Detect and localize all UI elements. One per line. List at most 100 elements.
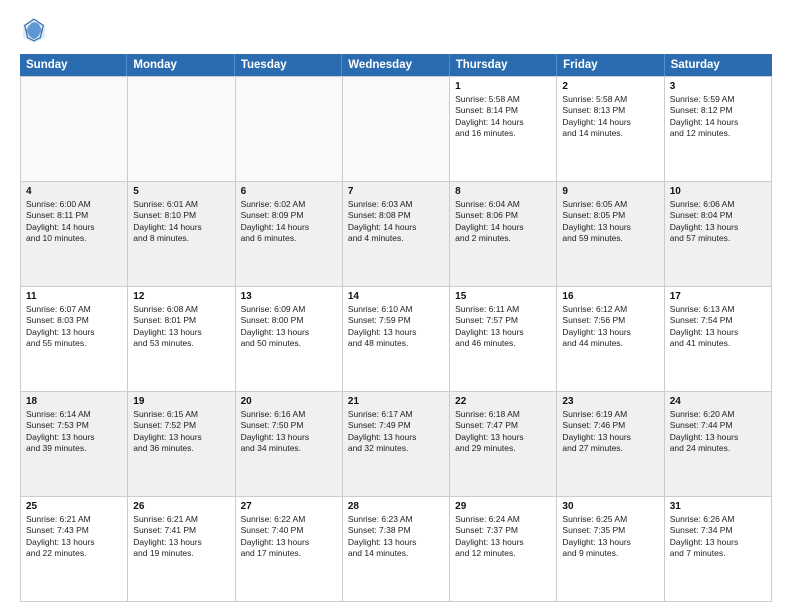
cell-info: Sunrise: 6:23 AM Sunset: 7:38 PM Dayligh… bbox=[348, 514, 444, 560]
cell-info: Sunrise: 6:11 AM Sunset: 7:57 PM Dayligh… bbox=[455, 304, 551, 350]
day-number: 4 bbox=[26, 186, 122, 197]
cell-info: Sunrise: 6:26 AM Sunset: 7:34 PM Dayligh… bbox=[670, 514, 766, 560]
cell-info: Sunrise: 6:01 AM Sunset: 8:10 PM Dayligh… bbox=[133, 199, 229, 245]
cell-info: Sunrise: 6:25 AM Sunset: 7:35 PM Dayligh… bbox=[562, 514, 658, 560]
calendar-row: 18Sunrise: 6:14 AM Sunset: 7:53 PM Dayli… bbox=[21, 392, 772, 497]
calendar-cell: 4 Sunrise: 6:00 AM Sunset: 8:11 PM Daylig… bbox=[21, 182, 128, 287]
cell-info: Sunrise: 6:05 AM Sunset: 8:05 PM Dayligh… bbox=[562, 199, 658, 245]
day-number: 19 bbox=[133, 396, 229, 407]
calendar-cell: 3 Sunrise: 5:59 AM Sunset: 8:12 PM Daylig… bbox=[665, 77, 772, 182]
cell-info: Sunrise: 6:06 AM Sunset: 8:04 PM Dayligh… bbox=[670, 199, 766, 245]
day-number: 30 bbox=[562, 501, 658, 512]
day-number: 21 bbox=[348, 396, 444, 407]
calendar-cell: 19 Sunrise: 6:15 AM Sunset: 7:52 PM Dayli… bbox=[128, 392, 235, 497]
calendar-cell: 20 Sunrise: 6:16 AM Sunset: 7:50 PM Dayli… bbox=[236, 392, 343, 497]
calendar: SundayMondayTuesdayWednesdayThursdayFrid… bbox=[20, 54, 772, 602]
calendar-cell: 2Sunrise: 5:58 AM Sunset: 8:13 PM Daylig… bbox=[557, 77, 664, 182]
calendar-cell: 18Sunrise: 6:14 AM Sunset: 7:53 PM Dayli… bbox=[21, 392, 128, 497]
day-number: 18 bbox=[26, 396, 122, 407]
cell-info: Sunrise: 6:10 AM Sunset: 7:59 PM Dayligh… bbox=[348, 304, 444, 350]
cell-info: Sunrise: 6:03 AM Sunset: 8:08 PM Dayligh… bbox=[348, 199, 444, 245]
day-number: 28 bbox=[348, 501, 444, 512]
calendar-row: 25 Sunrise: 6:21 AM Sunset: 7:43 PM Dayli… bbox=[21, 497, 772, 602]
calendar-cell bbox=[343, 77, 450, 182]
cell-info: Sunrise: 5:59 AM Sunset: 8:12 PM Dayligh… bbox=[670, 94, 766, 140]
day-number: 17 bbox=[670, 291, 766, 302]
calendar-cell: 31 Sunrise: 6:26 AM Sunset: 7:34 PM Dayli… bbox=[665, 497, 772, 602]
logo bbox=[20, 16, 52, 44]
day-number: 24 bbox=[670, 396, 766, 407]
day-number: 29 bbox=[455, 501, 551, 512]
day-number: 7 bbox=[348, 186, 444, 197]
calendar-cell: 21 Sunrise: 6:17 AM Sunset: 7:49 PM Dayli… bbox=[343, 392, 450, 497]
page: SundayMondayTuesdayWednesdayThursdayFrid… bbox=[0, 0, 792, 612]
cell-info: Sunrise: 6:04 AM Sunset: 8:06 PM Dayligh… bbox=[455, 199, 551, 245]
calendar-cell bbox=[128, 77, 235, 182]
day-number: 3 bbox=[670, 81, 766, 92]
calendar-cell: 8 Sunrise: 6:04 AM Sunset: 8:06 PM Daylig… bbox=[450, 182, 557, 287]
calendar-cell: 23 Sunrise: 6:19 AM Sunset: 7:46 PM Dayli… bbox=[557, 392, 664, 497]
header bbox=[20, 16, 772, 44]
day-number: 6 bbox=[241, 186, 337, 197]
weekday-header: Wednesday bbox=[342, 54, 449, 76]
logo-icon bbox=[20, 16, 48, 44]
day-number: 2 bbox=[562, 81, 658, 92]
cell-info: Sunrise: 5:58 AM Sunset: 8:14 PM Dayligh… bbox=[455, 94, 551, 140]
cell-info: Sunrise: 6:22 AM Sunset: 7:40 PM Dayligh… bbox=[241, 514, 337, 560]
cell-info: Sunrise: 6:02 AM Sunset: 8:09 PM Dayligh… bbox=[241, 199, 337, 245]
calendar-cell: 25 Sunrise: 6:21 AM Sunset: 7:43 PM Dayli… bbox=[21, 497, 128, 602]
day-number: 12 bbox=[133, 291, 229, 302]
cell-info: Sunrise: 6:21 AM Sunset: 7:41 PM Dayligh… bbox=[133, 514, 229, 560]
day-number: 27 bbox=[241, 501, 337, 512]
day-number: 14 bbox=[348, 291, 444, 302]
cell-info: Sunrise: 6:21 AM Sunset: 7:43 PM Dayligh… bbox=[26, 514, 122, 560]
calendar-cell: 7 Sunrise: 6:03 AM Sunset: 8:08 PM Daylig… bbox=[343, 182, 450, 287]
day-number: 31 bbox=[670, 501, 766, 512]
weekday-header: Friday bbox=[557, 54, 664, 76]
weekday-header: Saturday bbox=[665, 54, 772, 76]
calendar-cell: 30 Sunrise: 6:25 AM Sunset: 7:35 PM Dayli… bbox=[557, 497, 664, 602]
cell-info: Sunrise: 6:16 AM Sunset: 7:50 PM Dayligh… bbox=[241, 409, 337, 455]
cell-info: Sunrise: 6:19 AM Sunset: 7:46 PM Dayligh… bbox=[562, 409, 658, 455]
calendar-cell: 29Sunrise: 6:24 AM Sunset: 7:37 PM Dayli… bbox=[450, 497, 557, 602]
cell-info: Sunrise: 6:13 AM Sunset: 7:54 PM Dayligh… bbox=[670, 304, 766, 350]
day-number: 22 bbox=[455, 396, 551, 407]
calendar-cell: 24Sunrise: 6:20 AM Sunset: 7:44 PM Dayli… bbox=[665, 392, 772, 497]
calendar-cell bbox=[236, 77, 343, 182]
weekday-header: Monday bbox=[127, 54, 234, 76]
calendar-cell: 28 Sunrise: 6:23 AM Sunset: 7:38 PM Dayli… bbox=[343, 497, 450, 602]
weekday-header: Sunday bbox=[20, 54, 127, 76]
day-number: 13 bbox=[241, 291, 337, 302]
calendar-body: 1 Sunrise: 5:58 AM Sunset: 8:14 PM Daylig… bbox=[20, 76, 772, 602]
day-number: 25 bbox=[26, 501, 122, 512]
calendar-cell: 10Sunrise: 6:06 AM Sunset: 8:04 PM Dayli… bbox=[665, 182, 772, 287]
day-number: 8 bbox=[455, 186, 551, 197]
cell-info: Sunrise: 6:00 AM Sunset: 8:11 PM Dayligh… bbox=[26, 199, 122, 245]
day-number: 1 bbox=[455, 81, 551, 92]
calendar-cell: 1 Sunrise: 5:58 AM Sunset: 8:14 PM Daylig… bbox=[450, 77, 557, 182]
day-number: 26 bbox=[133, 501, 229, 512]
cell-info: Sunrise: 6:15 AM Sunset: 7:52 PM Dayligh… bbox=[133, 409, 229, 455]
cell-info: Sunrise: 6:09 AM Sunset: 8:00 PM Dayligh… bbox=[241, 304, 337, 350]
day-number: 16 bbox=[562, 291, 658, 302]
calendar-cell bbox=[21, 77, 128, 182]
cell-info: Sunrise: 6:17 AM Sunset: 7:49 PM Dayligh… bbox=[348, 409, 444, 455]
calendar-cell: 14 Sunrise: 6:10 AM Sunset: 7:59 PM Dayli… bbox=[343, 287, 450, 392]
calendar-row: 11Sunrise: 6:07 AM Sunset: 8:03 PM Dayli… bbox=[21, 287, 772, 392]
calendar-header: SundayMondayTuesdayWednesdayThursdayFrid… bbox=[20, 54, 772, 76]
calendar-cell: 9 Sunrise: 6:05 AM Sunset: 8:05 PM Daylig… bbox=[557, 182, 664, 287]
day-number: 23 bbox=[562, 396, 658, 407]
day-number: 20 bbox=[241, 396, 337, 407]
cell-info: Sunrise: 6:12 AM Sunset: 7:56 PM Dayligh… bbox=[562, 304, 658, 350]
calendar-cell: 27 Sunrise: 6:22 AM Sunset: 7:40 PM Dayli… bbox=[236, 497, 343, 602]
calendar-row: 1 Sunrise: 5:58 AM Sunset: 8:14 PM Daylig… bbox=[21, 77, 772, 182]
day-number: 9 bbox=[562, 186, 658, 197]
weekday-header: Tuesday bbox=[235, 54, 342, 76]
weekday-header: Thursday bbox=[450, 54, 557, 76]
day-number: 15 bbox=[455, 291, 551, 302]
calendar-cell: 13 Sunrise: 6:09 AM Sunset: 8:00 PM Dayli… bbox=[236, 287, 343, 392]
calendar-cell: 16 Sunrise: 6:12 AM Sunset: 7:56 PM Dayli… bbox=[557, 287, 664, 392]
calendar-cell: 5Sunrise: 6:01 AM Sunset: 8:10 PM Daylig… bbox=[128, 182, 235, 287]
calendar-cell: 11Sunrise: 6:07 AM Sunset: 8:03 PM Dayli… bbox=[21, 287, 128, 392]
day-number: 11 bbox=[26, 291, 122, 302]
